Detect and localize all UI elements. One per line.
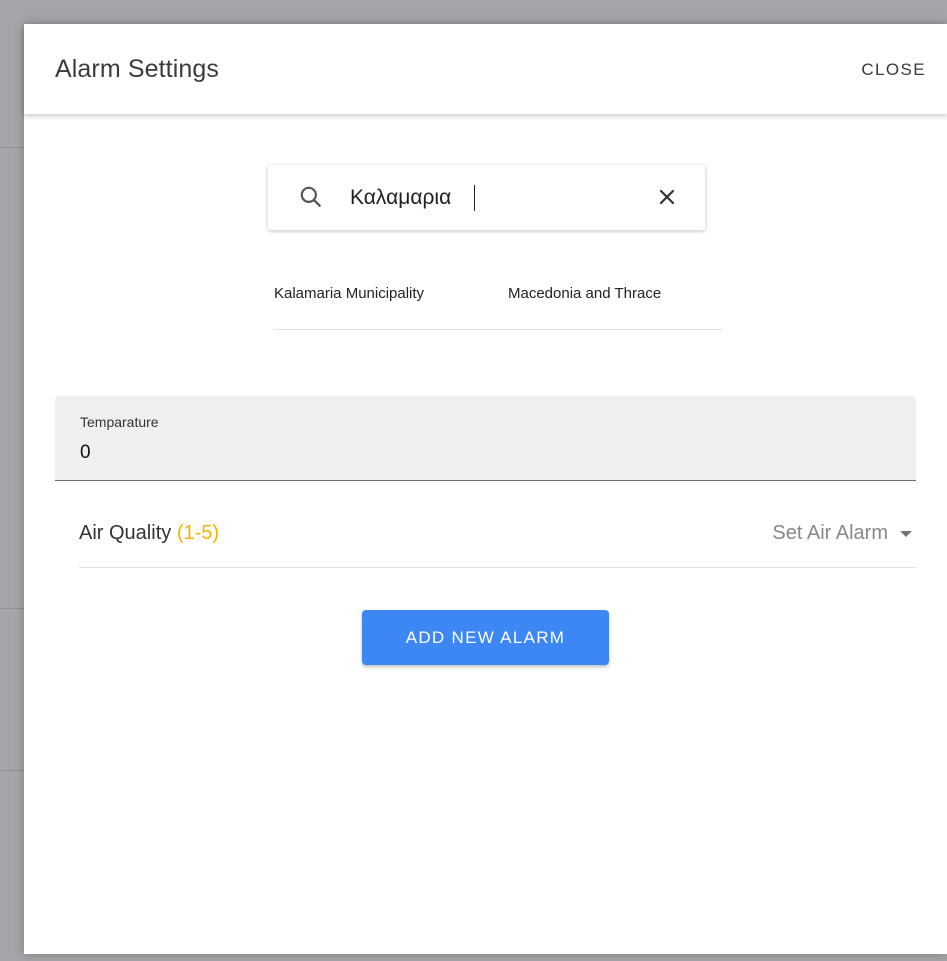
air-quality-label-text: Air Quality [79,522,172,544]
add-new-alarm-button[interactable]: ADD NEW ALARM [362,610,609,665]
air-quality-row: Air Quality (1-5) Set Air Alarm [79,504,916,568]
location-suggestion[interactable]: Kalamaria Municipality Macedonia and Thr… [274,280,722,330]
backdrop-divider [0,770,24,771]
location-search-box [268,165,705,230]
backdrop-divider [0,608,24,609]
dialog-header: Alarm Settings CLOSE [24,24,947,114]
temperature-label: Temparature [80,414,159,430]
air-quality-label: Air Quality (1-5) [79,522,219,545]
air-quality-range: (1-5) [176,522,220,544]
alarm-settings-dialog: Alarm Settings CLOSE Kalamaria Municipal… [24,24,947,954]
search-icon [300,186,321,207]
search-input[interactable] [350,183,640,213]
text-caret [474,185,475,211]
close-icon[interactable] [657,187,677,207]
suggestion-secondary-text: Macedonia and Thrace [508,285,662,302]
dialog-title: Alarm Settings [55,55,219,83]
caret-down-icon[interactable] [900,531,912,537]
close-button[interactable]: CLOSE [861,60,926,80]
temperature-field[interactable]: Temparature [55,396,916,481]
air-alarm-select[interactable]: Set Air Alarm [772,522,888,545]
temperature-input[interactable] [80,439,580,467]
backdrop-divider [0,147,24,148]
suggestion-primary-text: Kalamaria Municipality [274,285,425,302]
